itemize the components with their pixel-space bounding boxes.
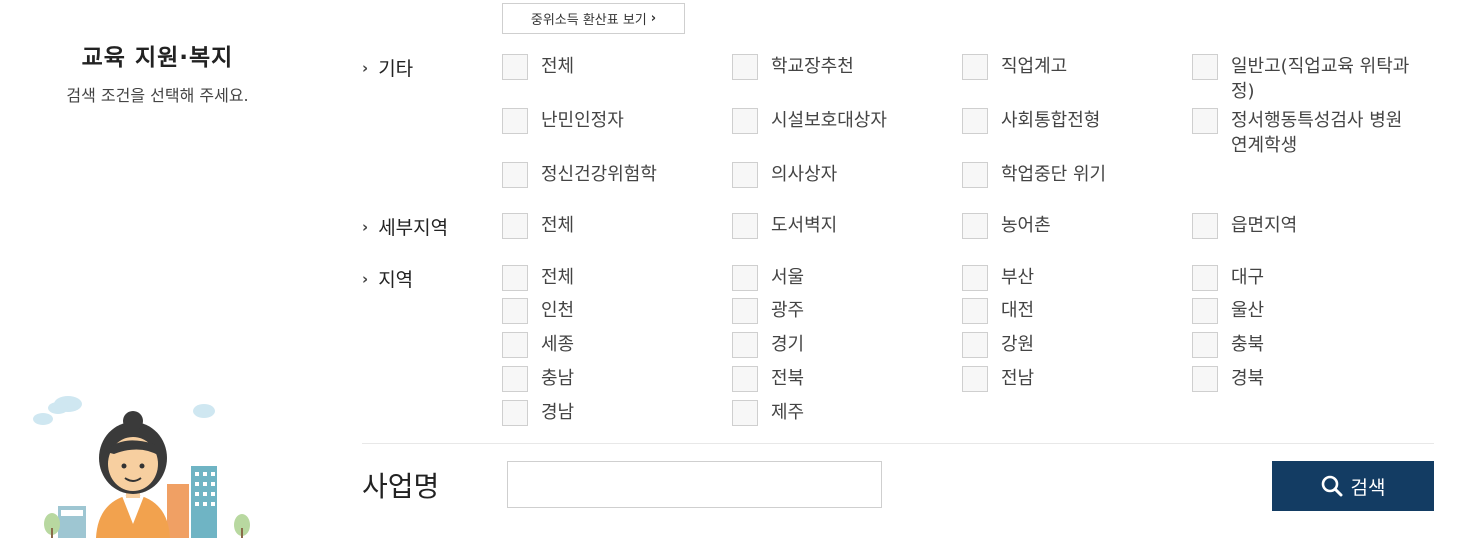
checkbox[interactable] <box>732 162 758 188</box>
checkbox[interactable] <box>1192 298 1218 324</box>
checkbox-region-gyeongbuk[interactable]: 경북 <box>1192 366 1412 392</box>
checkbox-region-incheon[interactable]: 인천 <box>502 298 722 324</box>
checkbox-region-all[interactable]: 전체 <box>502 265 722 291</box>
checkbox-region-gangwon[interactable]: 강원 <box>962 332 1182 358</box>
checkbox[interactable] <box>1192 54 1218 80</box>
checkbox-etc-refugee[interactable]: 난민인정자 <box>502 108 722 134</box>
chevron-right-icon: › <box>362 58 369 77</box>
checkbox[interactable] <box>732 332 758 358</box>
checkbox-etc-vocational[interactable]: 직업계고 <box>962 54 1182 80</box>
checkbox-region-gyeongnam[interactable]: 경남 <box>502 400 722 426</box>
checkbox-subregion-all[interactable]: 전체 <box>502 213 722 239</box>
checkbox[interactable] <box>502 108 528 134</box>
checkbox-region-busan[interactable]: 부산 <box>962 265 1182 291</box>
chevron-right-icon: › <box>650 11 657 26</box>
checkbox[interactable] <box>1192 366 1218 392</box>
page-title: 교육 지원·복지 <box>81 45 234 71</box>
checkbox-region-seoul[interactable]: 서울 <box>732 265 952 291</box>
checkbox-region-jeonbuk[interactable]: 전북 <box>732 366 952 392</box>
checkbox[interactable] <box>732 213 758 239</box>
checkbox[interactable] <box>502 332 528 358</box>
checkbox[interactable] <box>1192 265 1218 291</box>
checkbox[interactable] <box>732 400 758 426</box>
checkbox[interactable] <box>962 108 988 134</box>
checkbox[interactable] <box>1192 213 1218 239</box>
checkbox-etc-general-vocational[interactable]: 일반고(직업교육 위탁과정) <box>1192 54 1412 104</box>
checkbox[interactable] <box>962 332 988 358</box>
checkbox-region-jeonnam[interactable]: 전남 <box>962 366 1182 392</box>
checkbox[interactable] <box>502 265 528 291</box>
checkbox-region-chungnam[interactable]: 충남 <box>502 366 722 392</box>
checkbox-region-gyeonggi[interactable]: 경기 <box>732 332 952 358</box>
checkbox[interactable] <box>732 265 758 291</box>
checkbox-etc-facility[interactable]: 시설보호대상자 <box>732 108 952 134</box>
checkbox[interactable] <box>962 298 988 324</box>
checkbox[interactable] <box>962 265 988 291</box>
checkbox-etc-social-integration[interactable]: 사회통합전형 <box>962 108 1182 134</box>
checkbox[interactable] <box>502 213 528 239</box>
checkbox[interactable] <box>962 162 988 188</box>
business-name-input[interactable] <box>507 461 882 508</box>
checkbox-region-daegu[interactable]: 대구 <box>1192 265 1412 291</box>
category-etc-label: › 기타 <box>362 58 414 80</box>
checkbox[interactable] <box>732 298 758 324</box>
chevron-right-icon: › <box>362 269 369 288</box>
checkbox-subregion-rural[interactable]: 농어촌 <box>962 213 1182 239</box>
checkbox[interactable] <box>962 366 988 392</box>
search-button[interactable]: 검색 <box>1272 461 1434 511</box>
checkbox[interactable] <box>502 400 528 426</box>
checkbox-subregion-island[interactable]: 도서벽지 <box>732 213 952 239</box>
sidebar: 교육 지원·복지 검색 조건을 선택해 주세요. <box>0 0 315 538</box>
checkbox[interactable] <box>502 366 528 392</box>
checkbox[interactable] <box>962 54 988 80</box>
checkbox-etc-emotional-test[interactable]: 정서행동특성검사 병원연계학생 <box>1192 108 1412 158</box>
checkbox-etc-dropout-risk[interactable]: 학업중단 위기 <box>962 162 1182 188</box>
checkbox[interactable] <box>1192 332 1218 358</box>
checkbox-etc-principal[interactable]: 학교장추천 <box>732 54 952 80</box>
checkbox[interactable] <box>502 298 528 324</box>
business-name-label: 사업명 <box>362 470 440 503</box>
checkbox-region-daejeon[interactable]: 대전 <box>962 298 1182 324</box>
checkbox-etc-righteous-victim[interactable]: 의사상자 <box>732 162 952 188</box>
checkbox[interactable] <box>732 54 758 80</box>
income-table-button[interactable]: 중위소득 환산표 보기 › <box>502 3 685 34</box>
checkbox-etc-mental-health[interactable]: 정신건강위험학 <box>502 162 722 188</box>
checkbox-etc-all[interactable]: 전체 <box>502 54 722 80</box>
divider <box>362 443 1434 444</box>
checkbox[interactable] <box>502 162 528 188</box>
checkbox[interactable] <box>502 54 528 80</box>
page-subtitle: 검색 조건을 선택해 주세요. <box>66 86 249 105</box>
checkbox-region-gwangju[interactable]: 광주 <box>732 298 952 324</box>
checkbox[interactable] <box>732 366 758 392</box>
income-table-label: 중위소득 환산표 보기 <box>530 13 647 28</box>
checkbox[interactable] <box>1192 108 1218 134</box>
checkbox[interactable] <box>732 108 758 134</box>
checkbox-region-ulsan[interactable]: 울산 <box>1192 298 1412 324</box>
checkbox[interactable] <box>962 213 988 239</box>
category-region-label: › 지역 <box>362 269 414 291</box>
checkbox-region-sejong[interactable]: 세종 <box>502 332 722 358</box>
search-icon <box>1321 475 1343 497</box>
checkbox-subregion-town[interactable]: 읍면지역 <box>1192 213 1412 239</box>
category-subregion-label: › 세부지역 <box>362 217 449 239</box>
woman-city-illustration <box>33 396 250 538</box>
checkbox-region-jeju[interactable]: 제주 <box>732 400 952 426</box>
checkbox-region-chungbuk[interactable]: 충북 <box>1192 332 1412 358</box>
search-button-label: 검색 <box>1350 476 1386 499</box>
chevron-right-icon: › <box>362 217 369 236</box>
